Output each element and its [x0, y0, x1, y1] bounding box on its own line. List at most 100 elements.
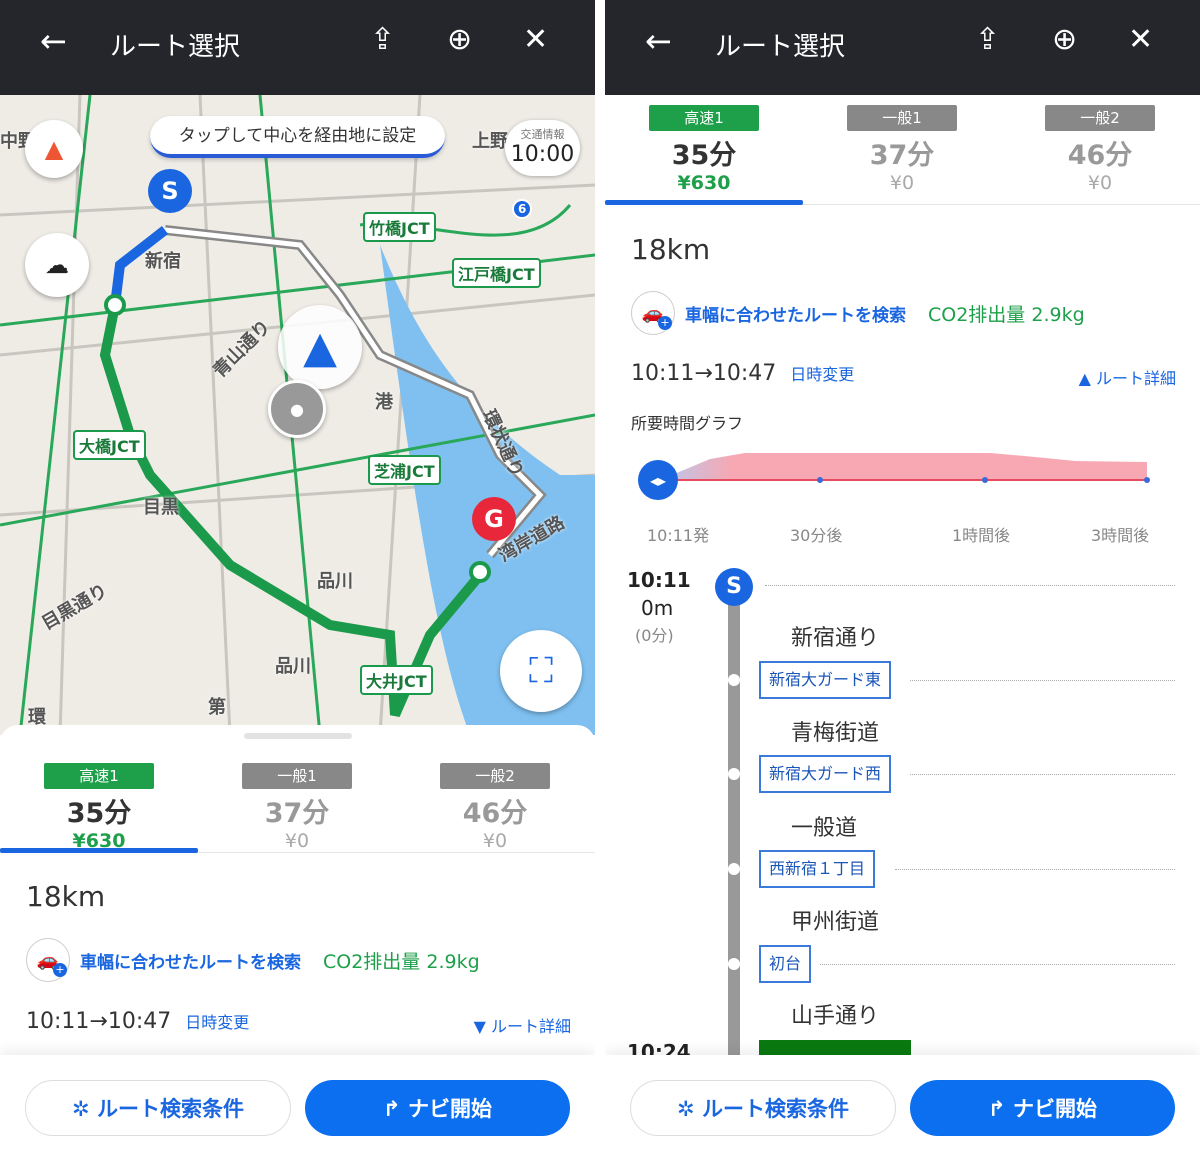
route-badge: 高速1: [649, 105, 759, 131]
start-pin: S: [715, 568, 753, 606]
route-badge: 一般1: [242, 763, 352, 789]
search-conditions-button[interactable]: ✲ ルート検索条件: [25, 1080, 291, 1136]
timeline-line: [728, 600, 740, 1055]
share-icon[interactable]: ⇪: [370, 22, 395, 57]
map-label: 上野: [472, 131, 508, 152]
weather-button[interactable]: ☁: [25, 233, 89, 297]
route-detail-toggle[interactable]: ▼ ルート詳細: [474, 1013, 571, 1037]
divider: [820, 964, 1175, 965]
divider: [910, 774, 1175, 775]
graph-area: [660, 453, 1147, 480]
compass-button[interactable]: ▲: [25, 120, 83, 178]
goal-pin: G: [472, 497, 516, 541]
tab-route-2[interactable]: 一般1 37分 ¥0: [803, 95, 1001, 204]
start-distance: 0m: [641, 596, 674, 620]
navi-start-button[interactable]: ↱ ナビ開始: [305, 1080, 570, 1136]
route-fee: ¥0: [889, 172, 915, 194]
action-bar: ✲ ルート検索条件 ↱ ナビ開始: [0, 1055, 595, 1157]
traffic-info-button[interactable]: 交通情報 10:00: [505, 120, 580, 176]
travel-time-graph[interactable]: ◂▸: [635, 445, 1155, 505]
traffic-label: 交通情報: [520, 128, 565, 141]
time-row: 10:11→10:47 日時変更 ▼ ルート詳細: [26, 1009, 571, 1037]
start-pin: S: [148, 169, 192, 213]
jct-label: 芝浦JCT: [368, 455, 441, 485]
back-button[interactable]: ←: [645, 22, 672, 60]
car-icon[interactable]: 🚗 +: [26, 938, 70, 982]
close-icon[interactable]: ✕: [1128, 22, 1153, 57]
place-tag[interactable]: 新宿大ガード西: [759, 755, 892, 793]
tab-route-1[interactable]: 高速1 35分 ¥630: [605, 95, 803, 205]
map-center-marker-icon[interactable]: ●: [268, 380, 326, 438]
search-conditions-button[interactable]: ✲ ルート検索条件: [630, 1080, 896, 1136]
timeline-node: [728, 768, 740, 780]
route-timeline: 10:11 0m (0分) S 新宿通り 新宿大ガード東 青梅街道 新宿大ガード…: [605, 560, 1200, 1055]
map-label: 品川: [317, 571, 353, 592]
turn-right-icon: ↱: [988, 1097, 1013, 1121]
tab-route-3[interactable]: 一般2 46分 ¥0: [1001, 95, 1199, 204]
gear-icon: ✲: [677, 1097, 702, 1121]
gear-icon: ✲: [72, 1097, 97, 1121]
graph-title: 所要時間グラフ: [631, 414, 744, 433]
car-width-search-link[interactable]: 車幅に合わせたルートを検索: [80, 948, 301, 973]
map[interactable]: 中野 新宿 上野 港 目黒 品川 品川 目黒通り 青山通り 環状通り 湾岸道路 …: [0, 95, 595, 735]
road-name: 青梅街道: [791, 721, 880, 746]
jct-label: 江戸橋JCT: [452, 258, 541, 288]
waypoint-tip[interactable]: タップして中心を経由地に設定: [150, 116, 445, 158]
sheet-handle[interactable]: [244, 733, 352, 739]
route-badge: 一般1: [847, 105, 957, 131]
route-badge: 高速1: [44, 763, 154, 789]
current-location-icon: ▲: [278, 305, 362, 389]
header: ← ルート選択 ⇪ ⊕ ✕: [0, 0, 595, 95]
traffic-time: 10:00: [510, 142, 575, 167]
route-distance: 18km: [26, 880, 106, 913]
share-icon[interactable]: ⇪: [975, 22, 1000, 57]
next-time: 10:24: [627, 1040, 691, 1055]
route-fee: ¥0: [482, 830, 508, 852]
timeline-node: [728, 958, 740, 970]
tab-route-3[interactable]: 一般2 46分 ¥0: [396, 753, 594, 852]
header: ← ルート選択 ⇪ ⊕ ✕: [605, 0, 1200, 95]
route-tabs: 高速1 35分 ¥630 一般1 37分 ¥0 一般2 46分 ¥0: [605, 95, 1200, 205]
change-datetime-link[interactable]: 日時変更: [185, 1013, 249, 1032]
graph-tick: 10:11発: [647, 526, 710, 545]
route-select-map-screen: ← ルート選択 ⇪ ⊕ ✕ 中野 新宿 上野 港 目黒 品川 品川 目黒通り 青…: [0, 0, 595, 1157]
graph-tick: 3時間後: [1091, 526, 1150, 545]
graph-tick: 30分後: [790, 526, 843, 545]
graph-point: [817, 477, 823, 483]
road-name: 一般道: [791, 816, 858, 841]
route-fee: ¥630: [677, 172, 731, 194]
back-button[interactable]: ←: [40, 22, 67, 60]
car-icon[interactable]: 🚗 +: [631, 291, 675, 335]
map-pin-plus-icon[interactable]: ⊕: [1052, 22, 1077, 57]
close-icon[interactable]: ✕: [523, 22, 548, 57]
map-label: 目黒: [143, 497, 179, 518]
route-distance: 18km: [631, 233, 711, 266]
road-name: 山手通り: [791, 1004, 880, 1029]
car-search-row: 🚗 + 車幅に合わせたルートを検索 CO2排出量 2.9kg: [631, 291, 1085, 335]
route-fee: ¥0: [1087, 172, 1113, 194]
route-detail-toggle[interactable]: ▲ ルート詳細: [1079, 365, 1176, 389]
start-time: 10:11: [627, 568, 691, 592]
route-fee: ¥0: [284, 830, 310, 852]
fullscreen-button[interactable]: ⛶: [500, 630, 582, 712]
place-tag[interactable]: 西新宿１丁目: [759, 850, 876, 888]
page-title: ルート選択: [110, 32, 241, 62]
place-tag[interactable]: 新宿大ガード東: [759, 661, 892, 699]
map-pin-plus-icon[interactable]: ⊕: [447, 22, 472, 57]
place-tag[interactable]: 初台: [759, 945, 812, 983]
road-name: 新宿通り: [791, 626, 880, 651]
divider: [895, 869, 1175, 870]
change-datetime-link[interactable]: 日時変更: [790, 365, 854, 384]
tab-route-2[interactable]: 一般1 37分 ¥0: [198, 753, 396, 852]
turn-right-icon: ↱: [383, 1097, 408, 1121]
tab-route-1[interactable]: 高速1 35分 ¥630: [0, 753, 198, 853]
navi-start-button[interactable]: ↱ ナビ開始: [910, 1080, 1175, 1136]
tab-indicator: [605, 200, 803, 205]
car-width-search-link[interactable]: 車幅に合わせたルートを検索: [685, 301, 906, 326]
graph-tick: 1時間後: [952, 526, 1011, 545]
map-label: 品川: [275, 656, 311, 677]
divider: [765, 585, 1175, 586]
graph-point: [982, 477, 988, 483]
action-bar: ✲ ルート検索条件 ↱ ナビ開始: [605, 1055, 1200, 1157]
route-badge: 一般2: [1045, 105, 1155, 131]
